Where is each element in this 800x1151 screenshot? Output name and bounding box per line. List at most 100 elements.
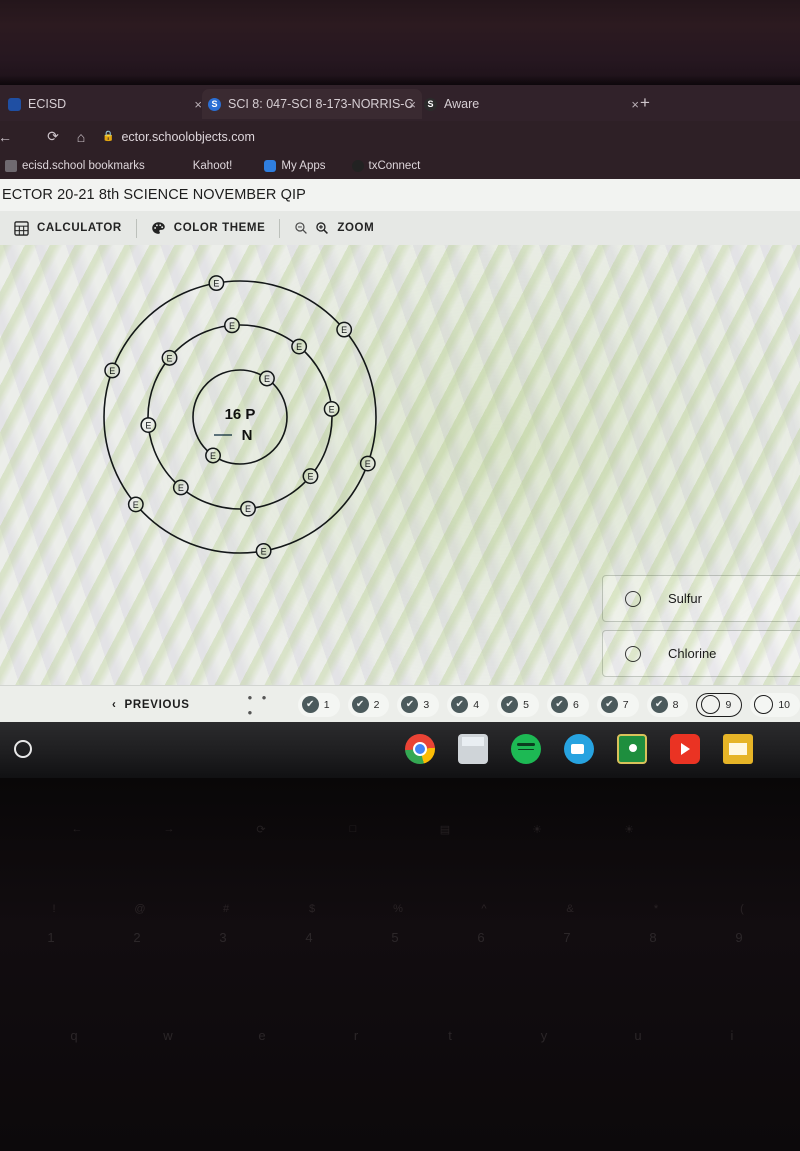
electron-label: E [145,420,151,430]
question-pill-number: 5 [523,698,529,711]
google-classroom-icon[interactable] [617,734,647,764]
calculator-icon[interactable] [458,734,488,764]
keyboard-key: 6 [477,930,485,945]
home-icon[interactable]: ⌂ [68,129,94,145]
previous-button[interactable]: ‹ PREVIOUS [112,699,190,711]
electron-label: E [229,321,235,331]
question-pill-4[interactable]: ✔ 4 [447,692,490,717]
toolbar-label: CALCULATOR [37,222,122,234]
url-text: ector.schoolobjects.com [121,129,255,144]
check-icon: ✔ [550,696,568,713]
radio-button[interactable] [625,590,641,607]
bookmark-ecisd-school-bookmarks[interactable]: ecisd.school bookmarks [0,159,156,172]
question-pill-8[interactable]: ✔ 8 [646,692,689,717]
keyboard-key: 2 [133,930,141,945]
keyboard-key: $ [308,903,316,915]
question-pill-10[interactable]: 10 [750,692,800,717]
keyboard-key: % [393,903,403,915]
zoom-out-icon [294,221,308,235]
answer-option-label: Chlorine [668,646,717,661]
keyboard-key: 5 [391,930,399,945]
google-slides-icon[interactable] [723,734,753,764]
keyboard-key: ▤ [439,824,451,836]
bookmark-my-apps[interactable]: My Apps [253,159,336,172]
keyboard-key: ( [740,903,744,915]
browser-tab-sci8[interactable]: S SCI 8: 047-SCI 8-173-NORRIS-C × [202,89,422,119]
tab-strip: ECISD × S SCI 8: 047-SCI 8-173-NORRIS-C … [0,85,800,121]
check-icon: ✔ [600,696,618,713]
browser-tab-ecisd[interactable]: ECISD × [2,89,210,119]
spotify-icon[interactable] [511,734,541,764]
keyboard-key: 3 [219,930,227,945]
electron-label: E [341,325,347,335]
keyboard-key: t [448,1028,452,1043]
keyboard-key: 8 [649,930,657,945]
laptop-keyboard: ← → ⟳ □ ▤ ☀ ☀ ! @ # $% ^ & * ( 1 2 3 4 5 6 7 8 9 q w e r t y u i [0,778,800,1151]
keyboard-key: 4 [305,930,313,945]
address-bar[interactable]: 🔒 ector.schoolobjects.com [102,130,255,144]
new-tab-button[interactable]: + [640,94,650,111]
bookmark-label: My Apps [281,159,326,172]
question-pill-5[interactable]: ✔ 5 [497,692,539,717]
txconnect-icon [351,159,364,172]
question-pill-1[interactable]: ✔ 1 [297,692,340,717]
electron-label: E [245,504,251,514]
bookmark-txconnect[interactable]: txConnect [341,159,432,172]
bookmark-kahoot[interactable]: Kahoot! [182,160,244,172]
close-icon[interactable]: × [194,97,202,112]
keyboard-key: ⟳ [256,824,266,836]
question-pill-number: 2 [373,698,380,711]
electron-label: E [264,374,270,384]
lock-icon: 🔒 [102,131,115,142]
bookmarks-bar: ecisd.school bookmarks Kahoot! My Apps t… [0,152,800,179]
keyboard-key: # [222,903,230,915]
question-content-area: EEEEEEEEEEEEEEEE 16 P N 9. Which of the … [0,245,800,722]
question-pill-6[interactable]: ✔ 6 [546,692,589,717]
keyboard-key: @ [134,903,146,915]
question-pill-list: ✔ 1 ✔ 2 ✔ 3 ✔ 4 ✔ 5 ✔ 6 ✔ 7 ✔ 8 9 10 [297,692,800,717]
keyboard-key: i [730,1028,734,1043]
empty-circle-icon [754,695,774,714]
overflow-ellipsis[interactable]: • • • [248,690,278,720]
answer-option-chlorine[interactable]: Chlorine [602,630,800,677]
keyboard-key: ☀ [624,824,634,836]
radio-button[interactable] [625,645,641,662]
meet-icon[interactable] [564,734,594,764]
page-title: ECTOR 20-21 8th SCIENCE NOVEMBER QIP [0,179,800,211]
chrome-icon[interactable] [405,734,435,764]
keyboard-key: q [70,1028,78,1043]
calculator-button[interactable]: CALCULATOR [0,211,136,245]
browser-tab-aware[interactable]: S Aware × [418,89,645,119]
quiz-toolbar: CALCULATOR COLOR THEME ZOOM [0,211,800,246]
bookmark-label: txConnect [368,159,421,172]
ecisd-favicon [8,97,21,111]
launcher-icon[interactable] [14,740,32,758]
question-pill-3[interactable]: ✔ 3 [397,692,440,717]
quiz-page: ECTOR 20-21 8th SCIENCE NOVEMBER QIP CAL… [0,179,800,722]
youtube-icon[interactable] [670,734,700,764]
answer-option-sulfur[interactable]: Sulfur [602,575,800,622]
zoom-button[interactable]: ZOOM [280,211,388,245]
check-icon: ✔ [451,696,469,713]
color-theme-button[interactable]: COLOR THEME [137,211,280,245]
back-icon[interactable]: ← [0,129,16,145]
check-icon: ✔ [650,696,668,713]
close-icon[interactable]: × [631,97,639,112]
keyboard-key: e [258,1028,266,1043]
question-pill-7[interactable]: ✔ 7 [596,692,639,717]
question-pill-number: 6 [572,698,579,711]
answer-option-label: Sulfur [668,591,702,606]
question-pill-number: 1 [323,698,330,711]
keyboard-key: → [163,823,175,835]
keyboard-key: w [163,1028,173,1043]
question-pill-number: 10 [778,698,790,711]
shelf-app-icons [405,734,753,764]
question-pill-9[interactable]: 9 [696,692,743,717]
keyboard-letter-row: qwertyui [58,1028,748,1043]
calculator-icon [14,220,29,236]
bohr-model-atom-diagram: E E E E E E E E E E E E E E E E 16 P N [103,275,377,559]
palette-icon [151,221,166,236]
reload-icon[interactable]: ⟳ [38,128,68,145]
close-icon[interactable]: × [408,97,416,112]
question-pill-2[interactable]: ✔ 2 [347,692,390,717]
